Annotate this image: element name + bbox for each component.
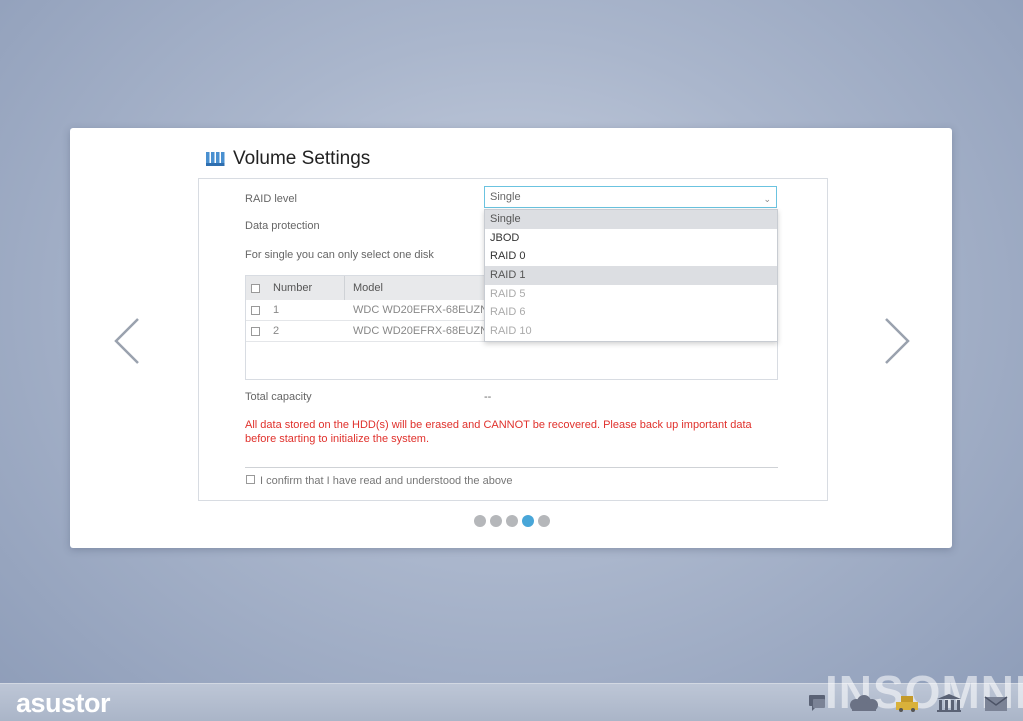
- step-dot[interactable]: [474, 515, 486, 527]
- confirm-label[interactable]: I confirm that I have read and understoo…: [260, 475, 513, 487]
- disk-number: 1: [273, 304, 280, 316]
- chevron-down-icon: ⌄: [763, 194, 771, 204]
- step-dot[interactable]: [490, 515, 502, 527]
- raid-option-single[interactable]: Single: [485, 210, 777, 229]
- raid-level-dropdown: Single JBOD RAID 0 RAID 1 RAID 5 RAID 6 …: [484, 209, 778, 342]
- chat-icon[interactable]: [808, 693, 830, 713]
- disk-number: 2: [273, 325, 280, 337]
- raid-option-raid0[interactable]: RAID 0: [485, 247, 777, 266]
- confirm-checkbox[interactable]: [246, 475, 255, 484]
- disk-checkbox[interactable]: [251, 306, 260, 315]
- raid-level-value: Single: [490, 191, 521, 203]
- disk-model: WDC WD20EFRX-68EUZN0: [353, 325, 495, 337]
- mail-icon[interactable]: [983, 693, 1009, 713]
- raid-option-jbod[interactable]: JBOD: [485, 229, 777, 248]
- step-dot-current[interactable]: [522, 515, 534, 527]
- step-dot[interactable]: [538, 515, 550, 527]
- divider: [245, 467, 778, 468]
- dialog-header: Volume Settings: [206, 146, 370, 172]
- step-pager: [474, 515, 550, 527]
- total-capacity-label: Total capacity: [245, 391, 312, 403]
- single-disk-hint: For single you can only select one disk: [245, 249, 434, 261]
- raid-level-label: RAID level: [245, 193, 297, 205]
- page-title: Volume Settings: [233, 148, 371, 169]
- network-icon[interactable]: [893, 693, 921, 713]
- column-header-number: Number: [273, 282, 313, 294]
- raid-option-raid6: RAID 6: [490, 306, 526, 319]
- disk-checkbox[interactable]: [251, 327, 260, 336]
- column-header-model: Model: [353, 282, 383, 294]
- raid-option-raid1[interactable]: RAID 1: [485, 266, 777, 285]
- data-protection-label: Data protection: [245, 220, 320, 232]
- total-capacity-value: --: [484, 391, 492, 403]
- previous-step-arrow-icon[interactable]: [112, 317, 142, 365]
- next-step-arrow-icon[interactable]: [882, 317, 912, 365]
- volume-icon: [206, 152, 225, 166]
- column-divider: [344, 276, 345, 300]
- data-erase-warning: All data stored on the HDD(s) will be er…: [245, 419, 752, 445]
- disk-model: WDC WD20EFRX-68EUZN0: [353, 304, 495, 316]
- library-icon[interactable]: [936, 693, 962, 713]
- step-dot[interactable]: [506, 515, 518, 527]
- brand-logo: asustor: [16, 688, 111, 718]
- select-all-checkbox[interactable]: [251, 284, 260, 293]
- cloud-icon[interactable]: [846, 693, 880, 713]
- raid-option-raid5: RAID 5: [490, 287, 526, 300]
- raid-level-select[interactable]: Single ⌄: [484, 186, 777, 208]
- raid-option-raid10: RAID 10: [490, 325, 532, 338]
